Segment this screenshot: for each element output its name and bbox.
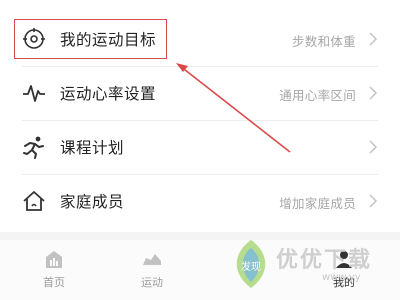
annotation-highlight-box	[14, 19, 167, 59]
tab-me[interactable]: 我的	[314, 248, 374, 296]
chevron-right-icon	[369, 32, 378, 46]
chevron-right-icon	[369, 194, 378, 208]
bottom-tab-bar: 首页 运动 我的	[0, 240, 400, 300]
user-icon	[336, 251, 352, 268]
tab-home[interactable]: 首页	[24, 248, 84, 296]
settings-row-heart-rate[interactable]: 运动心率设置 通用心率区间	[0, 66, 400, 120]
tab-label: 运动	[141, 276, 163, 289]
chevron-right-icon	[369, 86, 378, 100]
home-chart-icon	[46, 251, 62, 268]
settings-row-value: 增加家庭成员	[279, 196, 356, 211]
settings-row-value: 步数和体重	[291, 34, 356, 49]
settings-row-label: 课程计划	[60, 139, 125, 157]
tab-exercise[interactable]: 运动	[122, 248, 182, 296]
home-icon	[23, 191, 45, 211]
settings-row-value: 通用心率区间	[279, 88, 356, 103]
tab-label: 我的	[333, 276, 355, 289]
settings-row-family-members[interactable]: 家庭成员 增加家庭成员	[0, 174, 400, 228]
chevron-right-icon	[369, 140, 378, 154]
settings-row-label: 家庭成员	[60, 193, 125, 211]
heart-rate-icon	[23, 85, 45, 102]
settings-row-course-plan[interactable]: 课程计划	[0, 120, 400, 174]
tab-label: 首页	[43, 276, 65, 289]
section-separator	[0, 232, 400, 240]
shoe-icon	[143, 254, 161, 265]
running-person-icon	[23, 136, 44, 159]
settings-row-label: 运动心率设置	[60, 85, 157, 103]
